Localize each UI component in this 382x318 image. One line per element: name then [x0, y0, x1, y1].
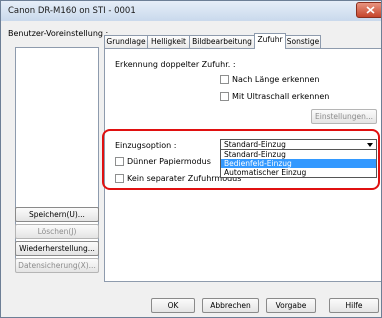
delete-preset-button[interactable]: Löschen(J) [15, 224, 99, 239]
scanner-settings-dialog: Canon DR-M160 on STI - 0001 Benutzer-Vor… [0, 0, 382, 318]
window-title: Canon DR-M160 on STI - 0001 [8, 6, 136, 16]
dropdown-option-automatic[interactable]: Automatischer Einzug [221, 168, 376, 177]
detect-ultrasonic-checkbox[interactable] [220, 92, 229, 101]
no-separate-feed-checkbox[interactable] [115, 174, 124, 183]
double-feed-label: Erkennung doppelter Zufuhr. : [115, 60, 236, 69]
ok-button[interactable]: OK [151, 298, 195, 313]
feeding-option-dropdown: Standard-Einzug Bedienfeld-Einzug Automa… [220, 149, 377, 178]
backup-button[interactable]: Datensicherung(X)... [15, 258, 99, 273]
detect-by-length-label: Nach Länge erkennen [232, 75, 320, 84]
close-button[interactable] [356, 2, 381, 18]
title-bar: Canon DR-M160 on STI - 0001 [1, 1, 381, 21]
dropdown-option-standard[interactable]: Standard-Einzug [221, 150, 376, 159]
restore-button[interactable]: Wiederherstellung... [15, 241, 99, 256]
detect-ultrasonic-label: Mit Ultraschall erkennen [232, 92, 330, 101]
preset-label: Benutzer-Voreinstellung : [8, 29, 109, 38]
detect-by-length-checkbox[interactable] [220, 75, 229, 84]
tab-sonstige[interactable]: Sonstige [285, 35, 321, 48]
tab-bildbearbeitung[interactable]: Bildbearbeitung [189, 35, 255, 48]
cancel-button[interactable]: Abbrechen [202, 298, 259, 313]
feeding-option-label: Einzugsoption : [115, 141, 177, 150]
feeding-option-value: Standard-Einzug [224, 140, 286, 149]
close-icon [366, 6, 375, 14]
tab-helligkeit[interactable]: Helligkeit [147, 35, 190, 48]
default-button[interactable]: Vorgabe [266, 298, 316, 313]
settings-button[interactable]: Einstellungen... [311, 109, 377, 124]
tab-zufuhr[interactable]: Zufuhr [254, 33, 286, 49]
help-button[interactable]: Hilfe [329, 298, 379, 313]
dropdown-option-panel[interactable]: Bedienfeld-Einzug [221, 159, 376, 168]
tab-grundlage[interactable]: Grundlage [104, 35, 148, 48]
thin-paper-label: Dünner Papiermodus [127, 157, 211, 166]
thin-paper-checkbox[interactable] [115, 157, 124, 166]
chevron-down-icon[interactable] [367, 143, 373, 147]
save-preset-button[interactable]: Speichern(U)... [15, 207, 99, 222]
